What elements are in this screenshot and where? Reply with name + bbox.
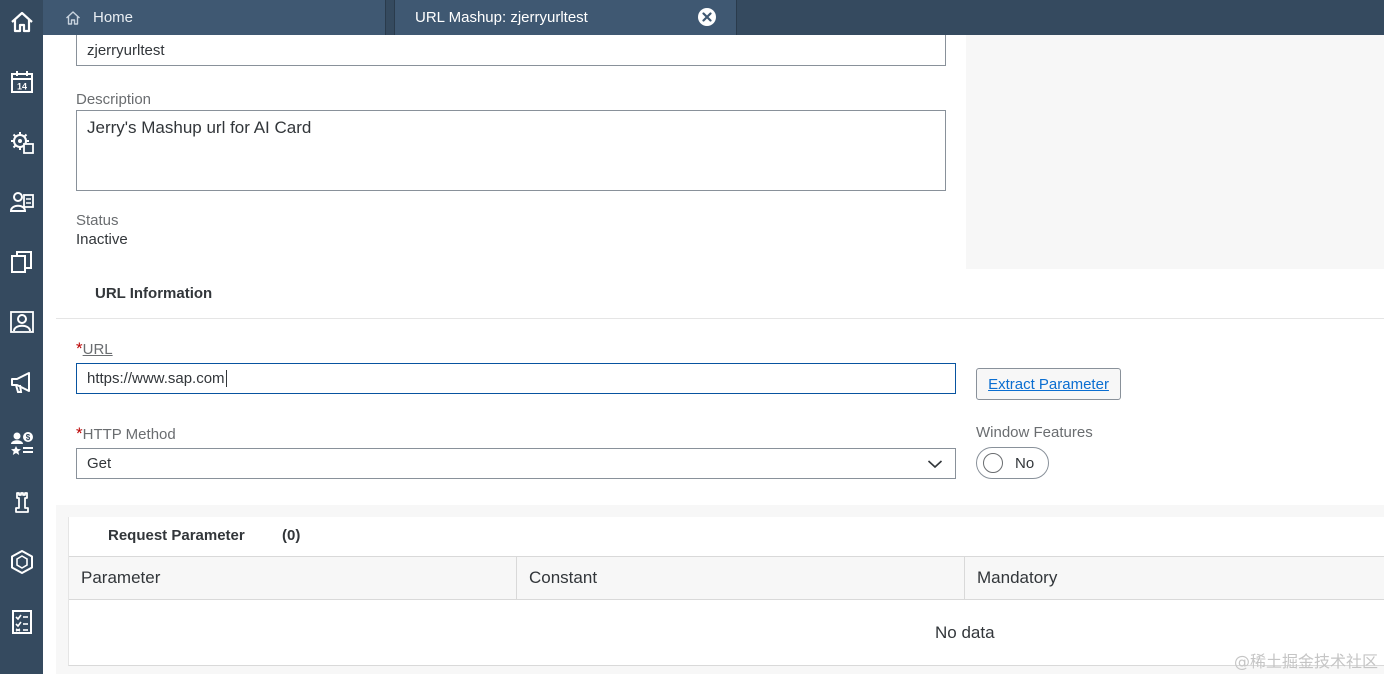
url-input-value: https://www.sap.com xyxy=(87,370,225,387)
chevron-down-icon xyxy=(927,460,943,469)
megaphone-icon xyxy=(10,372,30,393)
description-value: Jerry's Mashup url for AI Card xyxy=(87,118,312,137)
http-method-label-text: HTTP Method xyxy=(82,426,176,443)
request-parameter-count: (0) xyxy=(282,527,301,544)
home-icon xyxy=(66,10,80,25)
product-box-icon xyxy=(10,550,33,574)
url-label-text: URL xyxy=(82,341,113,358)
url-input[interactable]: https://www.sap.com xyxy=(76,363,956,394)
tab-url-mashup[interactable]: URL Mashup: zjerryurltest xyxy=(394,0,737,35)
close-tab-button[interactable] xyxy=(698,8,716,26)
rail-settings-button[interactable] xyxy=(0,120,43,164)
extract-parameter-button[interactable]: Extract Parameter xyxy=(976,368,1121,400)
http-method-value: Get xyxy=(87,455,112,472)
description-label: Description xyxy=(76,91,152,108)
http-method-select[interactable]: Get xyxy=(76,448,956,479)
rail-users-button[interactable] xyxy=(0,300,43,344)
tab-home-label: Home xyxy=(93,9,134,26)
copy-icon xyxy=(10,251,32,273)
rail-customer-rating-button[interactable]: $ xyxy=(0,420,43,464)
tab-url-mashup-label: URL Mashup: zjerryurltest xyxy=(415,9,588,26)
svg-text:14: 14 xyxy=(16,82,26,92)
chess-rook-icon xyxy=(14,492,29,513)
checklist-icon xyxy=(11,610,32,634)
contacts-icon xyxy=(9,192,34,212)
switch-knob xyxy=(983,453,1003,473)
rail-marketing-button[interactable] xyxy=(0,360,43,404)
switch-state-text: No xyxy=(1015,455,1035,472)
request-parameter-title: Request Parameter xyxy=(108,527,245,544)
tab-home[interactable]: Home xyxy=(43,0,386,35)
calendar-icon: 14 xyxy=(10,71,33,93)
url-information-title: URL Information xyxy=(95,285,213,302)
http-method-label: *HTTP Method xyxy=(76,424,176,444)
request-parameter-table: Request Parameter (0) Parameter Constant… xyxy=(68,517,1384,666)
watermark: @稀土掘金技术社区 xyxy=(1233,652,1378,671)
side-panel xyxy=(966,35,1384,269)
users-icon xyxy=(9,311,34,333)
column-header-constant[interactable]: Constant xyxy=(517,557,964,599)
section-divider xyxy=(56,318,1384,319)
table-header: Parameter Constant Mandatory xyxy=(69,556,1384,600)
home-icon xyxy=(10,11,33,33)
required-marker: * xyxy=(76,424,83,443)
column-header-mandatory[interactable]: Mandatory xyxy=(965,557,1384,599)
rail-contacts-button[interactable] xyxy=(0,180,43,224)
url-label: *URL xyxy=(76,339,113,359)
left-navigation-rail: 14 $ xyxy=(0,0,43,674)
window-features-switch[interactable]: No xyxy=(976,447,1049,479)
rail-calendar-button[interactable]: 14 xyxy=(0,60,43,104)
customer-rating-icon: $ xyxy=(10,432,33,455)
close-icon xyxy=(702,12,712,22)
rail-home-button[interactable] xyxy=(0,0,43,44)
window-features-label: Window Features xyxy=(976,424,1093,441)
name-field-value: zjerryurltest xyxy=(87,41,165,59)
status-value: Inactive xyxy=(76,231,128,248)
column-header-parameter[interactable]: Parameter xyxy=(69,557,516,599)
status-label: Status xyxy=(76,212,119,229)
rail-copy-button[interactable] xyxy=(0,240,43,284)
name-field[interactable]: zjerryurltest xyxy=(76,35,946,66)
rail-checklist-button[interactable] xyxy=(0,600,43,644)
required-marker: * xyxy=(76,339,83,358)
description-textarea[interactable]: Jerry's Mashup url for AI Card xyxy=(76,110,946,191)
text-cursor xyxy=(225,370,227,387)
rail-product-button[interactable] xyxy=(0,540,43,584)
tab-bar: Home URL Mashup: zjerryurltest xyxy=(43,0,1384,35)
settings-group-icon xyxy=(10,132,34,154)
table-empty-text: No data xyxy=(935,623,995,642)
svg-text:$: $ xyxy=(25,433,30,442)
rail-strategy-button[interactable] xyxy=(0,480,43,524)
